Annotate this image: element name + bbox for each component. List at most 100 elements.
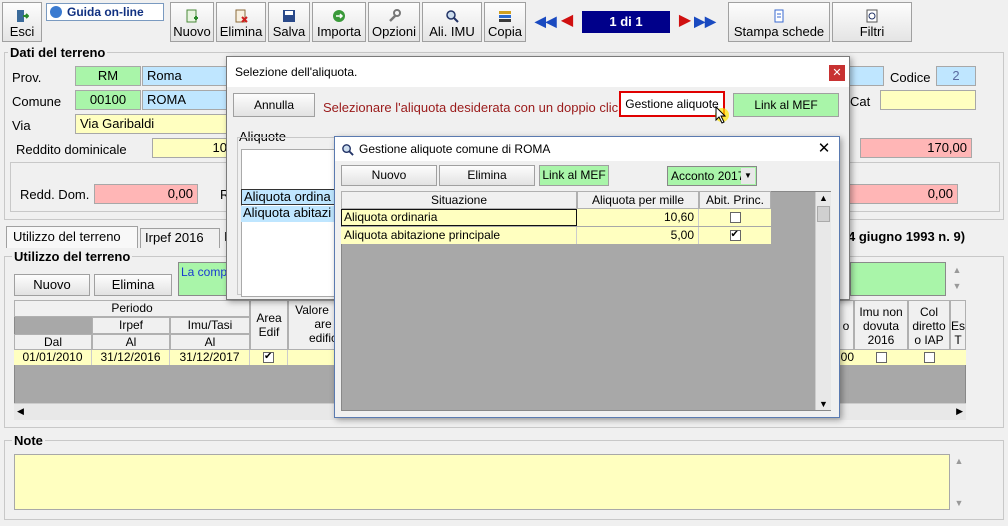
cell-imu-non-dovuta[interactable] bbox=[854, 350, 908, 365]
importa-button[interactable]: Importa bbox=[312, 2, 366, 42]
ali-imu-button[interactable]: Ali. IMU bbox=[422, 2, 482, 42]
pager-display: 1 di 1 bbox=[582, 11, 670, 33]
gestione-nuovo-button[interactable]: Nuovo bbox=[341, 165, 437, 186]
prov-name-field[interactable]: Roma bbox=[142, 66, 232, 86]
exit-icon bbox=[17, 10, 29, 22]
salva-button[interactable]: Salva bbox=[268, 2, 310, 42]
right-pink-field-2[interactable]: 0,00 bbox=[848, 184, 958, 204]
filter-icon bbox=[866, 9, 878, 23]
col-situazione: Situazione bbox=[341, 191, 577, 209]
acconto-select[interactable]: Acconto 2017 ▼ bbox=[667, 166, 757, 186]
cell-situazione[interactable]: Aliquota ordinaria bbox=[341, 209, 577, 226]
reddito-label: Reddito dominicale bbox=[16, 142, 127, 157]
cell-area-edif[interactable] bbox=[250, 350, 288, 365]
help-globe-icon bbox=[50, 6, 62, 18]
esci-button[interactable]: Esci bbox=[2, 2, 42, 42]
scroll-thumb[interactable] bbox=[817, 206, 830, 222]
cell-al-irpef[interactable]: 31/12/2016 bbox=[92, 350, 170, 365]
law-reference: 4 giugno 1993 n. 9) bbox=[848, 229, 966, 244]
col-diretto-checkbox[interactable] bbox=[923, 352, 935, 364]
elimina-button[interactable]: Elimina bbox=[216, 2, 266, 42]
codice-field[interactable]: 2 bbox=[936, 66, 976, 86]
aliquote-list-row[interactable]: Aliquota ordina bbox=[241, 189, 337, 205]
comune-code-field[interactable]: 00100 bbox=[75, 90, 141, 110]
utilizzo-nuovo-button[interactable]: Nuovo bbox=[14, 274, 90, 296]
gestione-titlebar: Gestione aliquote comune di ROMA bbox=[335, 137, 839, 161]
redd-dom-field[interactable]: 0,00 bbox=[94, 184, 198, 204]
note-textarea[interactable] bbox=[14, 454, 950, 510]
save-disk-icon bbox=[283, 10, 295, 22]
scroll-up-icon[interactable]: ▲ bbox=[819, 193, 828, 203]
reddito-field[interactable]: 10 bbox=[152, 138, 232, 158]
right-pink-field[interactable]: 170,00 bbox=[860, 138, 972, 158]
gestione-elimina-button[interactable]: Elimina bbox=[439, 165, 535, 186]
col-valore: Valore are edific bbox=[288, 300, 337, 350]
last-record-icon[interactable]: ▶▶ bbox=[694, 11, 716, 31]
cell-aliquota[interactable]: 10,60 bbox=[577, 209, 699, 226]
comune-name-field[interactable]: ROMA bbox=[142, 90, 232, 110]
gestione-link-mef-button[interactable]: Link al MEF bbox=[539, 165, 609, 186]
scroll-right-icon[interactable]: ▶ bbox=[956, 406, 963, 417]
prov-label: Prov. bbox=[12, 70, 42, 85]
table-row[interactable]: Aliquota abitazione principale 5,00 bbox=[341, 227, 771, 244]
stampa-schede-button[interactable]: Stampa schede bbox=[728, 2, 830, 42]
tab-irpef-2016[interactable]: Irpef 2016 bbox=[140, 228, 220, 248]
col-area-edif: Area Edif bbox=[250, 300, 288, 350]
guida-online-button[interactable]: Guida on-line bbox=[46, 3, 164, 21]
via-field[interactable]: Via Garibaldi bbox=[75, 114, 232, 134]
gestione-close-button[interactable]: ✕ bbox=[815, 139, 833, 159]
cat-label: Cat bbox=[850, 94, 871, 109]
magnifier-icon bbox=[342, 144, 354, 156]
first-record-icon[interactable]: ◀◀ bbox=[535, 11, 557, 31]
cell-situazione[interactable]: Aliquota abitazione principale bbox=[341, 227, 577, 244]
table-row[interactable]: Aliquota ordinaria 10,60 bbox=[341, 209, 771, 226]
col-periodo: Periodo bbox=[14, 300, 250, 317]
filtri-button[interactable]: Filtri bbox=[832, 2, 912, 42]
right-blue-field[interactable] bbox=[848, 66, 884, 86]
cell-col-diretto[interactable] bbox=[908, 350, 950, 365]
utilizzo-elimina-button[interactable]: Elimina bbox=[94, 274, 172, 296]
toolbar: Esci Guida on-line Nuovo Elimina Salva I… bbox=[0, 0, 1008, 44]
wrench-icon bbox=[389, 9, 401, 22]
selezione-link-mef-button[interactable]: Link al MEF bbox=[733, 93, 839, 117]
col-al-irpef: Al bbox=[92, 334, 170, 350]
col-aliquota-per-mille: Aliquota per mille bbox=[577, 191, 699, 209]
note-title: Note bbox=[12, 433, 45, 448]
prev-record-icon[interactable]: ◀ bbox=[558, 11, 576, 31]
cell-abit[interactable] bbox=[699, 227, 771, 244]
info-box-right bbox=[850, 262, 946, 296]
utilizzo-title: Utilizzo del terreno bbox=[12, 249, 133, 264]
cat-field[interactable] bbox=[880, 90, 976, 110]
abit-princ-checkbox[interactable] bbox=[729, 228, 741, 242]
note-scrollbar[interactable]: ▲ ▼ bbox=[952, 454, 966, 510]
cell-aliquota[interactable]: 5,00 bbox=[577, 227, 699, 244]
redd-dom-label: Redd. Dom. bbox=[20, 187, 90, 202]
imu-non-dovuta-checkbox[interactable] bbox=[875, 352, 887, 364]
col-imu-non-dovuta: Imu non dovuta 2016 bbox=[854, 300, 908, 350]
scroll-left-icon[interactable]: ◀ bbox=[17, 406, 24, 417]
import-icon bbox=[333, 10, 345, 22]
magnifier-icon bbox=[446, 10, 459, 23]
codice-label: Codice bbox=[890, 70, 931, 85]
grid-vscrollbar[interactable]: ▲ ▼ bbox=[815, 192, 831, 410]
nuovo-button[interactable]: Nuovo bbox=[170, 2, 214, 42]
copy-books-icon bbox=[499, 11, 511, 22]
scroll-down-icon[interactable]: ▼ bbox=[819, 399, 828, 409]
gestione-aliquote-button[interactable]: Gestione aliquote bbox=[619, 91, 725, 117]
opzioni-button[interactable]: Opzioni bbox=[368, 2, 420, 42]
info-scrollbar[interactable]: ▲ ▼ bbox=[950, 262, 964, 296]
tab-utilizzo[interactable]: Utilizzo del terreno bbox=[6, 226, 138, 248]
prov-code-field[interactable]: RM bbox=[75, 66, 141, 86]
selezione-close-button[interactable]: ✕ bbox=[829, 65, 845, 81]
cell-abit[interactable] bbox=[699, 209, 771, 226]
copia-button[interactable]: Copia bbox=[484, 2, 526, 42]
delete-icon bbox=[235, 9, 248, 23]
annulla-button[interactable]: Annulla bbox=[233, 93, 315, 117]
aliquote-list-row[interactable]: Aliquota abitazi bbox=[241, 206, 337, 222]
abit-princ-checkbox[interactable] bbox=[729, 212, 741, 224]
cell-dal[interactable]: 01/01/2010 bbox=[14, 350, 92, 365]
area-edif-checkbox[interactable] bbox=[263, 350, 274, 364]
cell-al-imu[interactable]: 31/12/2017 bbox=[170, 350, 250, 365]
comune-label: Comune bbox=[12, 94, 62, 109]
next-record-icon[interactable]: ▶ bbox=[676, 11, 694, 31]
